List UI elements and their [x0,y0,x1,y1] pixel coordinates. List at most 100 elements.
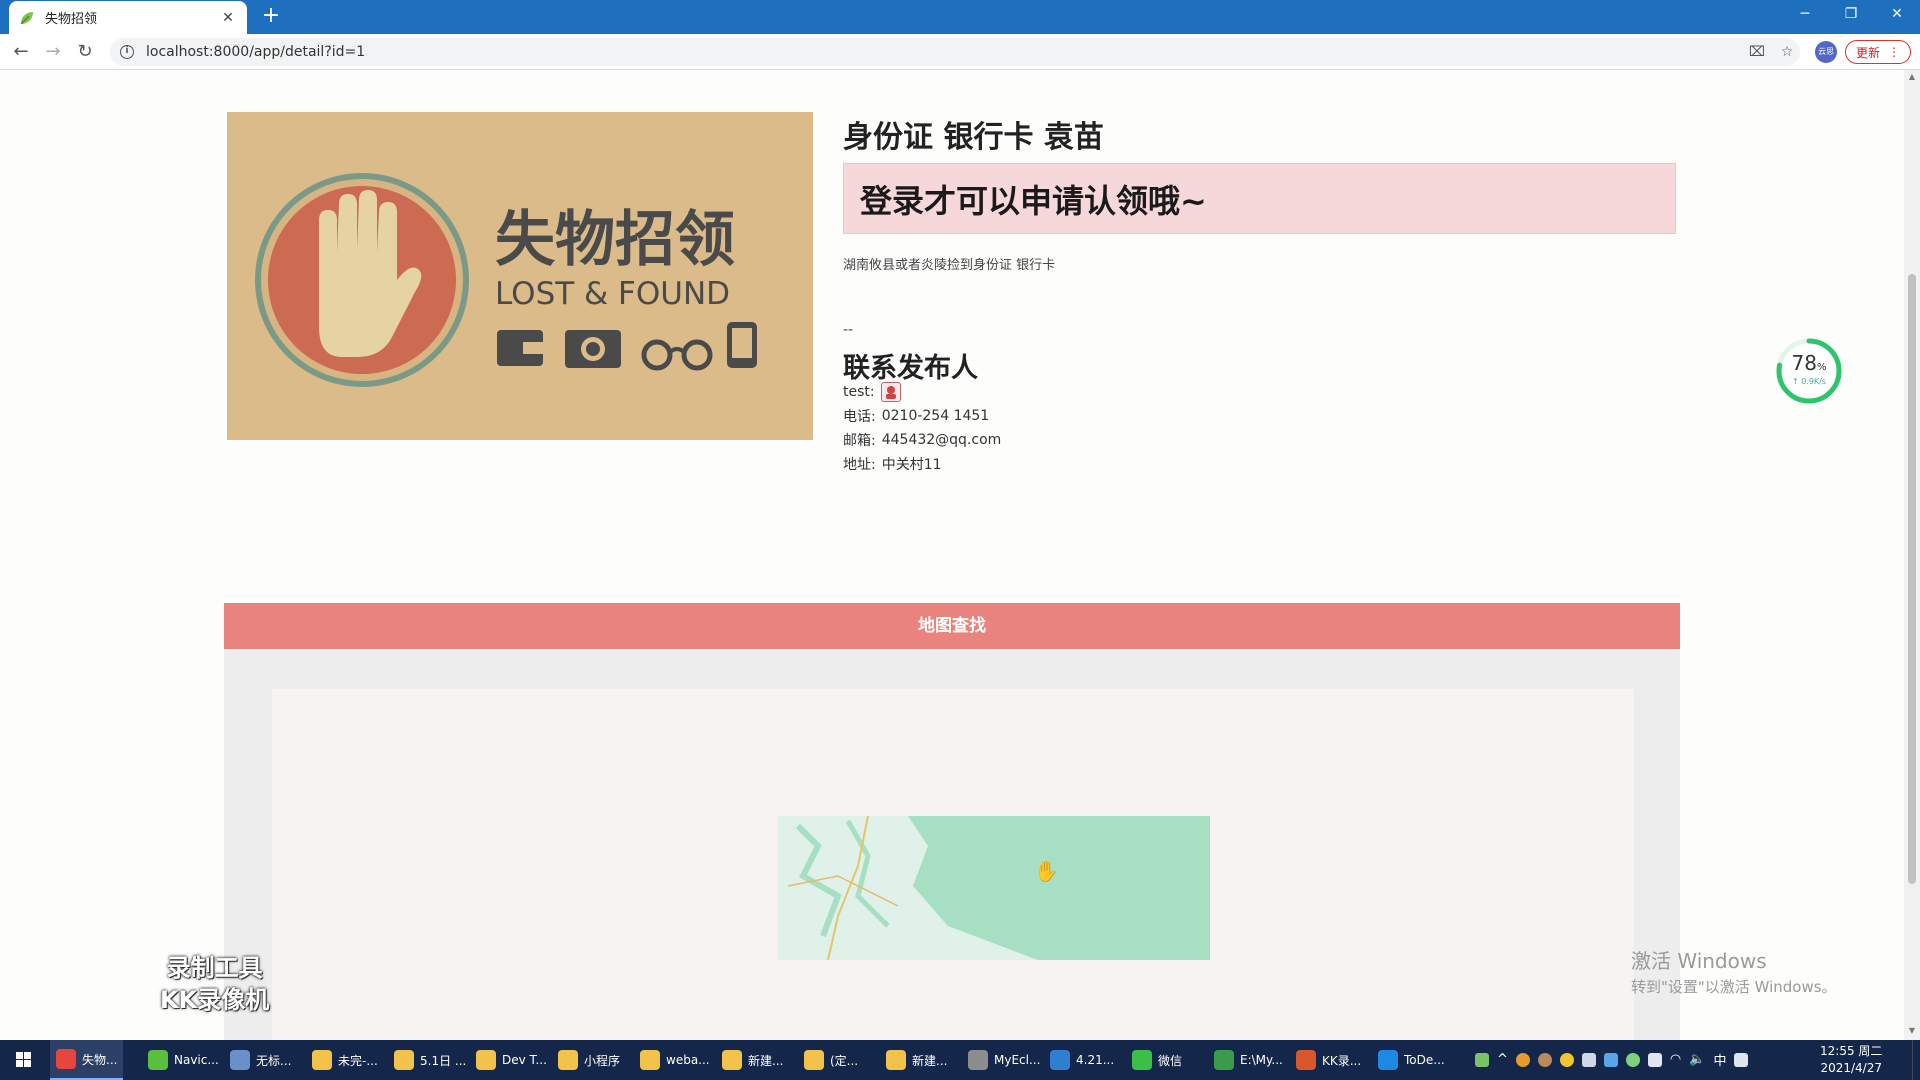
speed-percent: 78% [1791,351,1827,375]
taskbar-item[interactable]: Navic... [142,1040,225,1080]
taskbar-item[interactable]: 新建... [716,1040,789,1080]
item-title: 身份证 银行卡 袁苗 [843,120,1104,155]
minimize-icon[interactable]: ─ [1782,0,1828,30]
wechat-tray-icon[interactable] [1625,1052,1640,1067]
taskbar-item-label: 未完-... [338,1053,378,1068]
image-en-text: LOST & FOUND [495,276,730,312]
taskbar-item[interactable]: weba... [634,1040,716,1080]
taskbar-item[interactable]: KK录... [1290,1040,1367,1080]
taskbar-item[interactable]: ToDe... [1372,1040,1451,1080]
url-text[interactable]: localhost:8000/app/detail?id=1 [146,44,365,60]
browser-tab-strip: 失物招领 ✕ + ─ ❐ ✕ [0,0,1920,34]
windows-taskbar: 失物... Navic... 无标... 未完-... 5.1日 ... Dev T...… [0,1040,1920,1080]
tray-app-icon[interactable] [1559,1052,1574,1067]
todesk-icon [1378,1050,1398,1070]
battery-icon[interactable] [1475,1052,1489,1067]
system-tray: ^ ◠ 🔈 中 [1475,1050,1749,1069]
tray-app-icon[interactable] [1515,1052,1530,1067]
page-content: 失物招领 LOST & FOUND 身份证 银行卡 袁苗 登录才可以申请认领哦~… [0,70,1902,1040]
taskbar-item[interactable]: MyEcl... [962,1040,1046,1080]
contact-email-label: 邮箱: [843,433,876,449]
clock-time: 12:55 周二 [1820,1044,1883,1058]
browser-toolbar: ← → ↻ i localhost:8000/app/detail?id=1 ⌧… [0,34,1920,70]
taskbar-item-label: ToDe... [1404,1053,1445,1067]
taskbar-item-label: 4.21... [1076,1053,1115,1067]
site-info-icon[interactable]: i [120,45,134,59]
contact-email-value: 445432@qq.com [881,432,1002,448]
close-tab-icon[interactable]: ✕ [219,10,237,26]
contact-user: test: [843,382,901,402]
taskbar-item[interactable]: Dev T... [470,1040,553,1080]
update-button[interactable]: 更新 ⋮ [1845,40,1911,64]
update-label: 更新 [1855,45,1880,60]
wifi-icon[interactable]: ◠ [1670,1052,1681,1067]
activate-line2: 转到"设置"以激活 Windows。 [1631,978,1837,996]
contact-phone-label: 电话: [843,409,876,425]
folder-icon [722,1050,742,1070]
ime-indicator[interactable]: 中 [1713,1050,1726,1069]
chat-icon[interactable] [880,382,901,402]
restore-icon[interactable]: ❐ [1828,0,1874,30]
taskbar-item[interactable]: 微信 [1126,1040,1188,1080]
taskbar-item[interactable]: 5.1日 ... [388,1040,472,1080]
taskbar-item[interactable]: 无标... [224,1040,297,1080]
folder-icon [558,1050,578,1070]
keyboard-icon[interactable] [1734,1052,1749,1067]
map-container[interactable]: ✋ [224,649,1680,1040]
folder-icon [312,1050,332,1070]
map-canvas[interactable]: ✋ [272,689,1634,1040]
folder-icon [886,1050,906,1070]
taskbar-item[interactable]: 失物... [50,1040,124,1080]
map-tile[interactable] [778,816,1210,960]
taskbar-item-label: 新建... [912,1053,948,1068]
tray-app-icon[interactable] [1603,1052,1618,1067]
wechat-icon [1132,1050,1152,1070]
leaf-icon [20,11,33,24]
taskbar-item[interactable]: E:\My... [1208,1040,1289,1080]
tab-title: 失物招领 [45,12,98,27]
image-cn-text: 失物招领 [495,205,735,275]
taskbar-item[interactable]: 未完-... [306,1040,384,1080]
tray-expand-icon[interactable]: ^ [1497,1052,1508,1067]
tray-app-icon[interactable] [1581,1052,1596,1067]
windows-start-icon[interactable] [8,1048,38,1072]
myeclipse-icon [968,1050,988,1070]
show-desktop-button[interactable] [1912,1040,1920,1080]
taskbar-item-label: 无标... [256,1053,292,1068]
page-scrollbar[interactable]: ▲ ▼ [1904,70,1920,1040]
forward-icon[interactable]: → [40,39,66,65]
activate-windows-notice: 激活 Windows 转到"设置"以激活 Windows。 [1631,945,1837,997]
back-icon[interactable]: ← [8,39,34,65]
new-tab-button[interactable]: + [258,3,284,29]
taskbar-item-label: Dev T... [502,1053,547,1067]
tray-app-icon[interactable] [1647,1052,1662,1067]
recorder-line2: KK录像机 [160,986,270,1014]
taskbar-item-label: weba... [666,1053,710,1067]
contact-title: 联系发布人 [843,353,978,384]
separator-text: -- [843,322,854,338]
taskbar-item[interactable]: (定... [798,1040,864,1080]
taskbar-clock[interactable]: 12:55 周二 2021/4/27 [1820,1043,1882,1077]
scroll-thumb[interactable] [1908,274,1916,884]
taskbar-item[interactable]: 新建... [880,1040,953,1080]
taskbar-item-label: (定... [830,1053,859,1068]
more-menu-icon: ⋮ [1888,45,1900,59]
address-bar[interactable]: i localhost:8000/app/detail?id=1 ⌧ ☆ [110,38,1800,66]
hand-cursor-icon: ✋ [1034,859,1059,883]
scroll-up-icon[interactable]: ▲ [1907,72,1917,81]
taskbar-item[interactable]: 小程序 [552,1040,626,1080]
scroll-down-icon[interactable]: ▼ [1907,1026,1917,1035]
volume-icon[interactable]: 🔈 [1689,1052,1705,1067]
profile-avatar[interactable]: 云思 [1815,41,1837,63]
network-speed-widget[interactable]: 78% ↑ 0.9K/s [1775,337,1843,405]
translate-icon[interactable]: ⌧ [1748,44,1766,62]
reload-icon[interactable]: ↻ [72,39,98,65]
bookmark-star-icon[interactable]: ☆ [1778,44,1796,62]
taskbar-item[interactable]: 4.21... [1044,1040,1120,1080]
tray-app-icon[interactable] [1537,1052,1552,1067]
close-window-icon[interactable]: ✕ [1874,0,1920,30]
browser-tab[interactable]: 失物招领 ✕ [9,1,247,34]
taskbar-item-label: 小程序 [584,1053,621,1068]
taskbar-item-label: E:\My... [1240,1053,1283,1067]
activate-line1: 激活 Windows [1631,949,1767,973]
